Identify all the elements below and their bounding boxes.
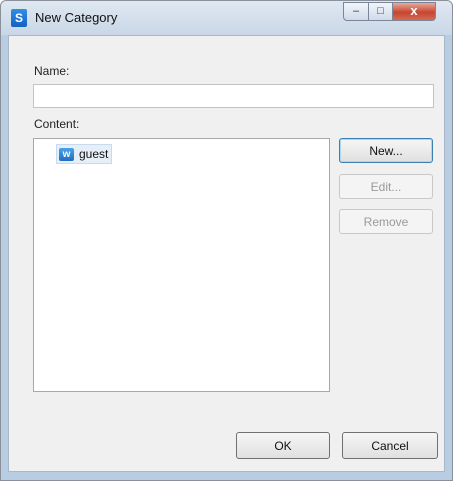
cancel-button[interactable]: Cancel xyxy=(342,432,438,459)
remove-button[interactable]: Remove xyxy=(339,209,433,234)
ok-button[interactable]: OK xyxy=(236,432,330,459)
name-input[interactable] xyxy=(33,84,434,108)
new-button[interactable]: New... xyxy=(339,138,433,163)
workspace-icon: w xyxy=(59,147,74,161)
dialog-body: Name: Content: w guest New... Edit... Re… xyxy=(8,35,445,472)
app-icon: S xyxy=(11,9,27,27)
close-button[interactable]: x xyxy=(392,2,436,21)
title-bar[interactable]: S New Category – □ x xyxy=(1,1,452,35)
list-item[interactable]: w guest xyxy=(56,144,113,164)
dialog-window: S New Category – □ x Name: Content: w gu… xyxy=(0,0,453,481)
content-label: Content: xyxy=(34,117,80,131)
name-label: Name: xyxy=(34,64,70,78)
window-title: New Category xyxy=(35,10,118,25)
minimize-button[interactable]: – xyxy=(343,2,369,21)
edit-button[interactable]: Edit... xyxy=(339,174,433,199)
list-item-label: guest xyxy=(79,147,109,161)
maximize-icon: □ xyxy=(377,5,384,17)
content-list[interactable]: w guest xyxy=(33,138,330,392)
minimize-icon: – xyxy=(352,5,360,17)
maximize-button[interactable]: □ xyxy=(368,2,393,21)
close-icon: x xyxy=(410,3,418,18)
